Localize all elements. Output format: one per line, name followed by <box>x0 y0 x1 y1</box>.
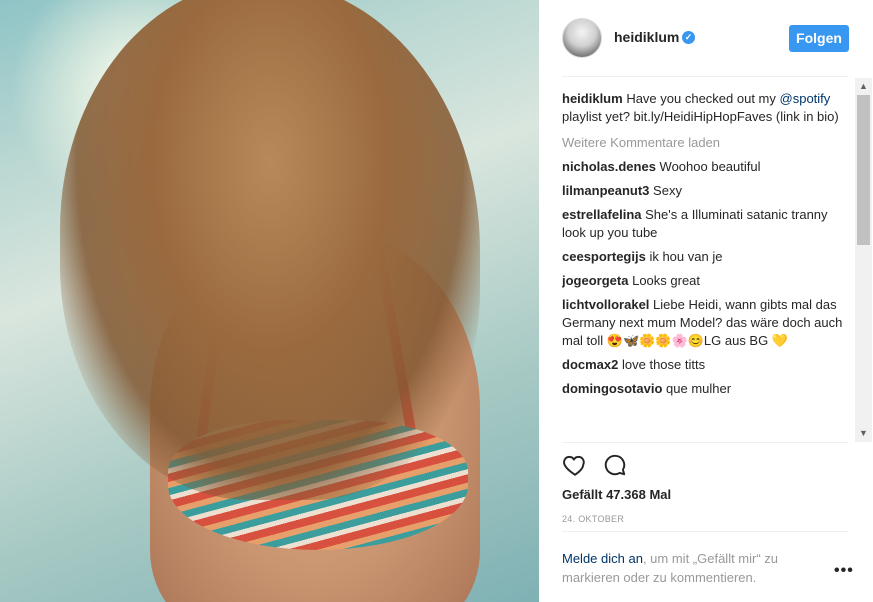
comment-item: lichtvollorakel Liebe Heidi, wann gibts … <box>562 296 850 350</box>
scroll-down-arrow-icon[interactable]: ▼ <box>855 425 872 442</box>
comment-item: ceesportegijs ik hou van je <box>562 248 850 266</box>
comment-username[interactable]: nicholas.denes <box>562 159 656 174</box>
comment-item: estrellafelina She's a Illuminati satani… <box>562 206 850 242</box>
caption-username[interactable]: heidiklum <box>562 91 623 106</box>
comment-item: nicholas.denes Woohoo beautiful <box>562 158 850 176</box>
comments-list: heidiklum Have you checked out my @spoti… <box>562 90 850 442</box>
header-username[interactable]: heidiklum <box>614 29 679 45</box>
comment-username[interactable]: domingosotavio <box>562 381 662 396</box>
scrollbar-thumb[interactable] <box>857 95 870 245</box>
date-divider <box>562 531 848 532</box>
comment-username[interactable]: estrellafelina <box>562 207 642 222</box>
comment-username[interactable]: docmax2 <box>562 357 618 372</box>
comment-text: ik hou van je <box>649 249 723 264</box>
caption-text-after: playlist yet? bit.ly/HeidiHipHopFaves (l… <box>562 109 839 124</box>
comment-text: Looks great <box>632 273 701 288</box>
comment-text: que mulher <box>666 381 732 396</box>
comment-bubble-icon[interactable] <box>602 452 630 480</box>
login-prompt: Melde dich an, um mit „Gefällt mir“ zu m… <box>562 549 812 587</box>
login-link[interactable]: Melde dich an <box>562 551 643 566</box>
comment-username[interactable]: lilmanpeanut3 <box>562 183 649 198</box>
post-date[interactable]: 24. OKTOBER <box>562 514 624 524</box>
scroll-up-arrow-icon[interactable]: ▲ <box>855 78 872 95</box>
post-photo <box>0 0 539 602</box>
comment-text: love those titts <box>622 357 706 372</box>
comments-scrollbar[interactable]: ▲ ▼ <box>855 78 872 442</box>
heart-icon[interactable] <box>562 452 590 480</box>
photo-hair <box>60 0 480 500</box>
caption-text-before: Have you checked out my <box>626 91 776 106</box>
likes-count[interactable]: Gefällt 47.368 Mal <box>562 487 671 502</box>
post-caption: heidiklum Have you checked out my @spoti… <box>562 90 850 126</box>
avatar[interactable] <box>562 18 602 58</box>
more-options-icon[interactable]: ••• <box>834 562 854 580</box>
verified-badge-icon: ✓ <box>682 31 695 44</box>
comment-username[interactable]: jogeorgeta <box>562 273 628 288</box>
header-divider <box>562 76 848 77</box>
comment-item: docmax2 love those titts <box>562 356 850 374</box>
comment-username[interactable]: lichtvollorakel <box>562 297 649 312</box>
comment-item: domingosotavio que mulher <box>562 380 850 398</box>
comment-text: Sexy <box>653 183 682 198</box>
caption-mention-link[interactable]: @spotify <box>780 91 831 106</box>
post-header: heidiklum ✓ Folgen <box>539 0 873 76</box>
comment-text: Woohoo beautiful <box>659 159 761 174</box>
comment-item: jogeorgeta Looks great <box>562 272 850 290</box>
load-more-comments-button[interactable]: Weitere Kommentare laden <box>562 134 850 152</box>
post-side-panel: heidiklum ✓ Folgen heidiklum Have you ch… <box>539 0 873 602</box>
comment-item: lilmanpeanut3 Sexy <box>562 182 850 200</box>
comment-username[interactable]: ceesportegijs <box>562 249 646 264</box>
comments-divider <box>562 442 848 443</box>
follow-button[interactable]: Folgen <box>789 25 849 52</box>
